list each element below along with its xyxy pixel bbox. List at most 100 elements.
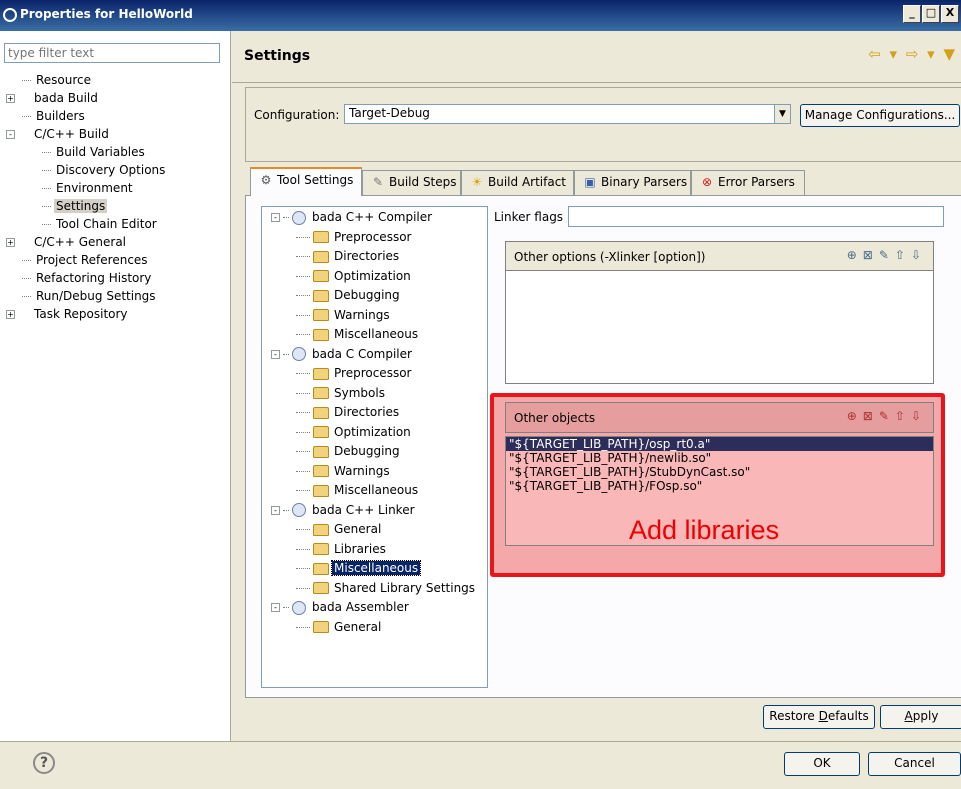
delete-icon: ⊠ [862,409,879,423]
tool-tree-option[interactable]: Preprocessor [262,364,487,384]
option-folder-icon [313,406,329,419]
manage-configurations-button[interactable]: Manage Configurations... [800,104,960,127]
tool-tree-option[interactable]: Preprocessor [262,228,487,248]
help-icon[interactable]: ? [33,752,55,774]
tree-connector [296,568,310,569]
tree-connector [22,80,31,81]
gear-icon [292,210,306,225]
tool-tree-label: Warnings [334,307,390,322]
tab-error-parsers[interactable]: ⊗ Error Parsers [691,170,805,195]
option-folder-icon [313,426,329,438]
property-pages-tree: Resource + bada Build Builders - C/C++ Build B… [6,71,227,323]
tool-tree-option[interactable]: Miscellaneous [262,325,487,345]
tool-tree-label: Debugging [334,444,400,458]
list-item[interactable]: "${TARGET_LIB_PATH}/StubDynCast.so" [506,465,933,479]
tool-tree-option[interactable]: Warnings [262,462,487,482]
tool-tree-option[interactable]: Directories [262,403,487,423]
tree-connector [296,431,310,433]
eclipse-icon [3,8,17,22]
list-item[interactable]: "${TARGET_LIB_PATH}/FOsp.so" [506,479,933,493]
tool-tree-option[interactable]: Directories [262,247,487,267]
tab-label: Build Steps [389,175,457,189]
tab-build-steps[interactable]: ✎ Build Steps [362,170,461,195]
restore-defaults-button[interactable]: Restore Defaults [763,705,875,729]
tool-tree-option[interactable]: Libraries [262,540,487,560]
gear-icon [292,600,306,615]
tool-settings-tree: - bada C++ Compiler Preprocessor Directorie… [261,206,488,688]
minimize-button[interactable]: _ [903,5,921,23]
collapse-icon[interactable]: - [271,349,280,359]
tree-connector [296,490,310,491]
tool-tree-label: Libraries [334,541,386,556]
sidebar-item-label: Refactoring History [36,271,152,285]
tab-label: Binary Parsers [601,175,688,189]
expand-icon[interactable]: + [6,310,15,319]
sidebar-item[interactable]: Environment [32,179,227,197]
tab-binary-parsers[interactable]: ▣ Binary Parsers [574,170,691,195]
tool-tree-option[interactable]: Debugging [262,286,487,306]
tool-tree-tool[interactable]: - bada C Compiler [262,345,487,365]
tool-tree-option[interactable]: Debugging [262,442,487,462]
tool-tree-label: Optimization [334,424,411,439]
collapse-icon[interactable]: - [271,213,280,222]
move-down-icon: ⇩ [910,409,927,423]
other-options-toolbar[interactable]: ⊕⊠✎⇧⇩ [847,248,927,262]
sidebar-item-label: Run/Debug Settings [36,289,156,303]
tool-tree-label: General [334,522,382,536]
tool-tree-option[interactable]: Optimization [262,423,487,443]
collapse-icon[interactable]: - [271,505,280,515]
tool-tree-option[interactable]: Miscellaneous [262,559,487,579]
sidebar-item[interactable]: Settings [32,197,227,215]
tool-tree-option[interactable]: General [262,618,487,638]
list-item[interactable]: "${TARGET_LIB_PATH}/newlib.so" [506,451,933,465]
tool-tree-tool[interactable]: - bada C++ Linker [262,501,487,521]
sidebar-item[interactable]: + C/C++ General [6,233,227,251]
expand-icon[interactable]: + [6,94,15,103]
other-objects-toolbar[interactable]: ⊕⊠✎⇧⇩ [847,409,927,423]
delete-icon: ⊠ [862,248,879,262]
close-button[interactable]: X [941,5,959,23]
tab-build-artifact[interactable]: ☀ Build Artifact [461,170,574,195]
filter-input[interactable] [4,43,220,63]
sidebar-item[interactable]: - C/C++ Build [6,125,227,143]
tool-tree-option[interactable]: General [262,520,487,540]
expand-icon[interactable]: + [6,238,15,247]
collapse-icon[interactable]: - [271,603,280,612]
tool-tree-option[interactable]: Shared Library Settings [262,579,487,599]
sidebar-item[interactable]: Build Variables [32,143,227,161]
sidebar-item[interactable]: Refactoring History [22,269,227,287]
tool-tree-option[interactable]: Symbols [262,384,487,404]
sidebar-item[interactable]: Project References [22,251,227,269]
sidebar-item[interactable]: Resource [22,71,227,89]
sidebar-item[interactable]: Tool Chain Editor [32,215,227,233]
configuration-select[interactable]: Target-Debug ▼ [344,104,791,124]
sidebar-item[interactable]: + Task Repository [6,305,227,323]
tree-connector [42,188,51,189]
sidebar-item[interactable]: Discovery Options [32,161,227,179]
gear-icon [292,503,306,517]
tree-connector [22,116,31,117]
sidebar-item[interactable]: Run/Debug Settings [22,287,227,305]
tool-tree-tool[interactable]: - bada C++ Compiler [262,208,487,228]
apply-button[interactable]: Apply [880,705,961,729]
steps-icon: ✎ [372,175,384,189]
tree-connector [296,470,310,472]
sidebar-item-label: C/C++ General [34,235,127,249]
sidebar-item[interactable]: + bada Build [6,89,227,107]
ok-button[interactable]: OK [784,752,860,776]
tool-tree-option[interactable]: Optimization [262,267,487,287]
tool-tree-option[interactable]: Warnings [262,306,487,326]
linker-flags-input[interactable] [568,206,944,227]
cancel-button[interactable]: Cancel [868,752,961,776]
list-item[interactable]: "${TARGET_LIB_PATH}/osp_rt0.a" [506,437,933,451]
collapse-icon[interactable]: - [6,130,15,139]
tool-tree-tool[interactable]: - bada Assembler [262,598,487,618]
sidebar-item[interactable]: Builders [22,107,227,125]
tool-tree-label: bada C Compiler [312,346,412,361]
tab-tool-settings[interactable]: ⚙ Tool Settings [250,167,362,196]
chevron-down-icon[interactable]: ▼ [774,105,790,123]
maximize-button[interactable]: □ [922,5,940,23]
tool-tree-option[interactable]: Miscellaneous [262,481,487,501]
option-folder-icon [313,387,329,399]
navigation-arrows[interactable]: ⇦ ▾ ⇨ ▾ ▼ [868,45,957,63]
